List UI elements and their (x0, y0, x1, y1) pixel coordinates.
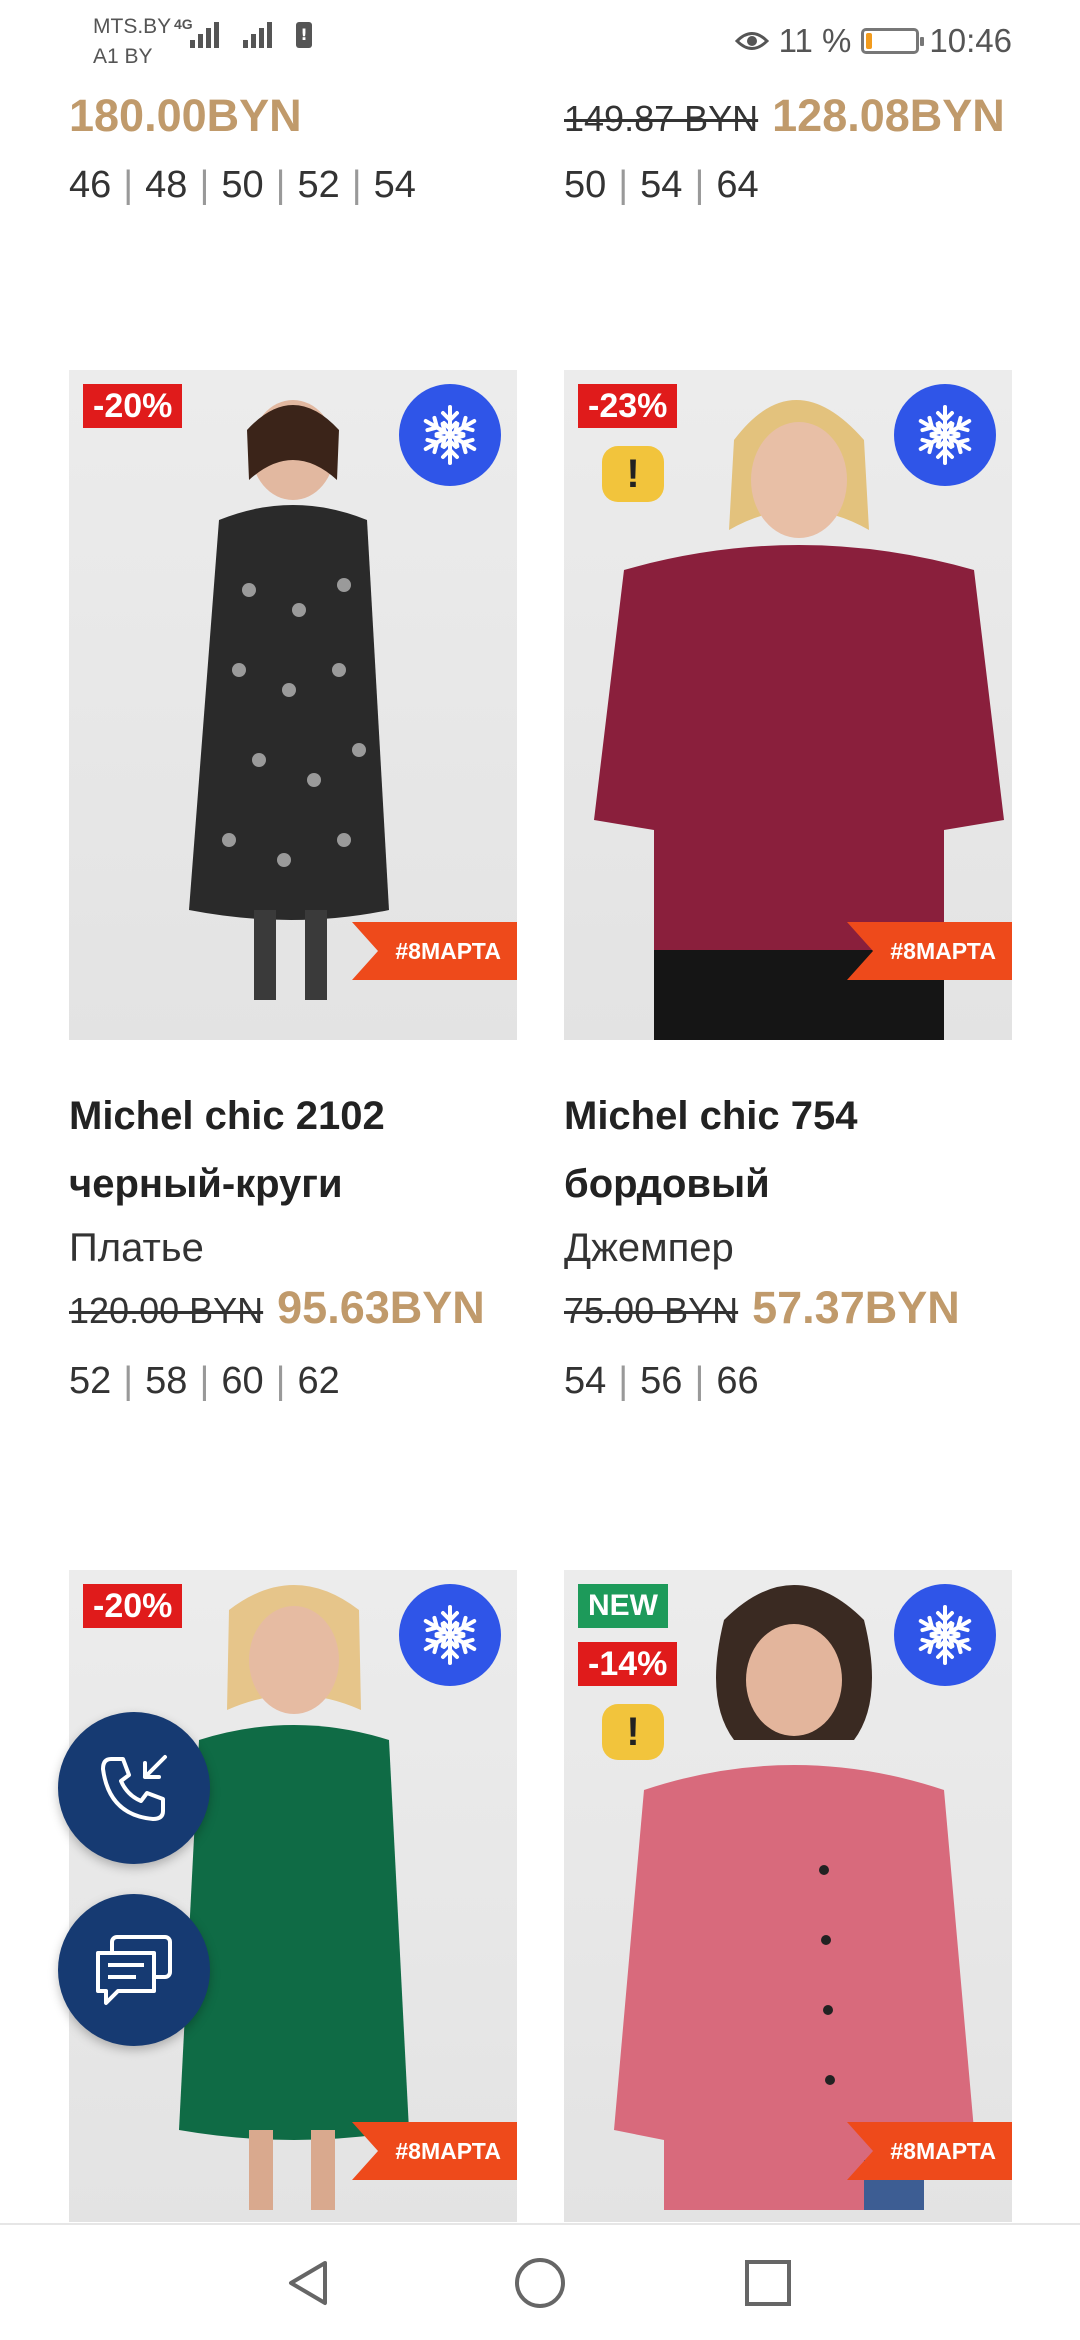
old-price: 120.00 BYN (69, 1290, 264, 1331)
warning-icon: ! (602, 446, 664, 502)
size-separator: | (275, 1360, 286, 1402)
circle-home-icon (515, 2258, 565, 2308)
size-separator: | (275, 164, 286, 206)
size-option[interactable]: 48 (145, 164, 187, 207)
size-option[interactable]: 66 (716, 1360, 758, 1403)
sizes-list: 54 | 56 | 66 (564, 1360, 1012, 1403)
size-option[interactable]: 62 (297, 1360, 339, 1403)
size-separator: | (694, 164, 705, 206)
sizes-list: 46 | 48 | 50 | 52 | 54 (69, 164, 517, 207)
size-option[interactable]: 46 (69, 164, 111, 207)
triangle-back-icon (289, 2261, 327, 2305)
product-photo[interactable]: NEW -14% ! #8МАРТА (564, 1570, 1012, 2222)
price-row: 180.00BYN (69, 90, 517, 142)
size-option[interactable]: 54 (640, 164, 682, 207)
size-separator: | (123, 1360, 134, 1402)
size-option[interactable]: 50 (221, 164, 263, 207)
discount-badge: -20% (83, 1584, 183, 1628)
new-price: 180.00BYN (69, 90, 302, 141)
square-recents-icon (745, 2260, 791, 2306)
new-price: 57.37BYN (752, 1282, 960, 1333)
new-price: 95.63BYN (277, 1282, 485, 1333)
size-separator: | (694, 1360, 705, 1402)
size-option[interactable]: 58 (145, 1360, 187, 1403)
size-separator: | (618, 1360, 629, 1402)
signal-strength-icon (190, 18, 219, 48)
size-option[interactable]: 52 (69, 1360, 111, 1403)
size-option[interactable]: 54 (374, 164, 416, 207)
discount-badge: -23% (578, 384, 678, 428)
snowflake-icon (894, 384, 996, 486)
nav-home-button[interactable] (500, 2247, 580, 2319)
old-price: 149.87 BYN (564, 98, 759, 139)
discount-badge: -20% (83, 384, 183, 428)
sizes-list: 50 | 54 | 64 (564, 164, 1012, 207)
product-photo[interactable]: -23% ! #8МАРТА (564, 370, 1012, 1040)
product-title-line2: бордовый (564, 1162, 770, 1206)
callback-button[interactable] (58, 1712, 210, 1864)
product-category: Платье (69, 1226, 204, 1270)
product-title-line1: Michel chic 2102 (69, 1094, 385, 1138)
size-option[interactable]: 52 (297, 164, 339, 207)
discount-badge: -14% (578, 1642, 678, 1686)
product-info[interactable]: Michel chic 754 бордовый Джемпер 75.00 B… (564, 1082, 1012, 1403)
new-badge: NEW (578, 1584, 668, 1628)
size-option[interactable]: 60 (221, 1360, 263, 1403)
new-price: 128.08BYN (772, 90, 1005, 141)
carrier-2: A1 BY (93, 45, 153, 68)
phone-callback-icon (101, 1755, 167, 1821)
battery-alert-icon: ! (296, 22, 312, 48)
clock: 10:46 (929, 22, 1012, 59)
size-separator: | (351, 164, 362, 206)
size-option[interactable]: 50 (564, 164, 606, 207)
battery-percent: 11 % (778, 22, 852, 59)
snowflake-icon (399, 1584, 501, 1686)
carrier-1: MTS.BY (93, 15, 172, 38)
chat-button[interactable] (58, 1894, 210, 2046)
network-type: 4G (174, 16, 193, 32)
product-photo[interactable]: -20% #8МАРТА (69, 370, 517, 1040)
system-nav-bar (0, 2223, 1080, 2340)
size-separator: | (199, 1360, 210, 1402)
battery-icon (861, 28, 925, 54)
chat-bubbles-icon (96, 1935, 172, 2005)
size-option[interactable]: 64 (716, 164, 758, 207)
product-info[interactable]: Michel chic 2102 черный-круги Платье 120… (69, 1082, 517, 1403)
carrier-info: MTS.BY A1 BY (93, 14, 171, 74)
nav-recents-button[interactable] (728, 2247, 808, 2319)
product-title-line1: Michel chic 754 (564, 1094, 858, 1138)
size-separator: | (199, 164, 210, 206)
product-card-top-left[interactable]: 180.00BYN 46 | 48 | 50 | 52 | 54 (69, 90, 517, 207)
price-row: 149.87 BYN 128.08BYN (564, 90, 1012, 142)
price-row: 120.00 BYN 95.63BYN (69, 1282, 517, 1334)
status-bar: MTS.BY A1 BY 4G ! 11 % 10:46 (0, 0, 1080, 90)
price-row: 75.00 BYN 57.37BYN (564, 1282, 1012, 1334)
warning-icon: ! (602, 1704, 664, 1760)
signal-strength-icon-2 (243, 18, 272, 48)
snowflake-icon (399, 384, 501, 486)
size-option[interactable]: 56 (640, 1360, 682, 1403)
eye-comfort-icon (734, 32, 769, 50)
product-card-top-right[interactable]: 149.87 BYN 128.08BYN 50 | 54 | 64 (564, 90, 1012, 207)
sizes-list: 52 | 58 | 60 | 62 (69, 1360, 517, 1403)
size-separator: | (123, 164, 134, 206)
product-title-line2: черный-круги (69, 1162, 343, 1206)
nav-back-button[interactable] (268, 2247, 348, 2319)
product-category: Джемпер (564, 1226, 734, 1270)
snowflake-icon (894, 1584, 996, 1686)
status-right: 11 % 10:46 (734, 22, 1012, 60)
size-separator: | (618, 164, 629, 206)
size-option[interactable]: 54 (564, 1360, 606, 1403)
old-price: 75.00 BYN (564, 1290, 739, 1331)
